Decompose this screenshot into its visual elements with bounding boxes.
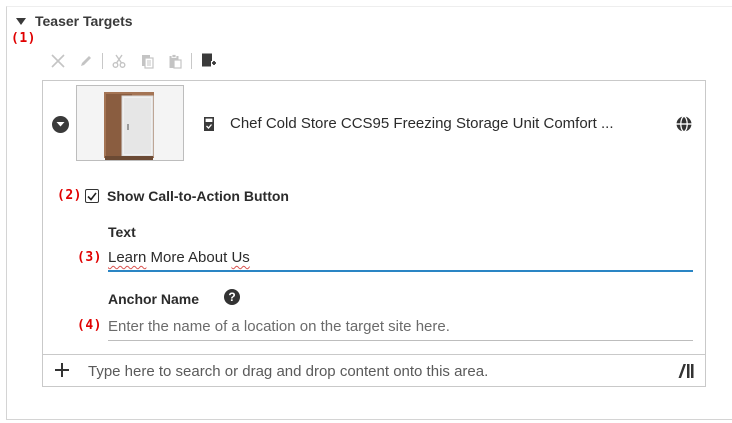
copy-icon[interactable] (135, 50, 159, 72)
add-icon[interactable] (53, 361, 71, 384)
text-field-value-mid: More About (146, 249, 232, 266)
text-field-value-word1: Learn (108, 249, 147, 266)
section-title: Teaser Targets (35, 13, 133, 29)
help-icon[interactable]: ? (224, 289, 240, 305)
product-thumbnail[interactable] (76, 85, 184, 161)
cut-icon[interactable] (107, 50, 131, 72)
callout-4: (4) (77, 318, 102, 333)
callout-1: (1) (11, 31, 36, 46)
document-icon (203, 116, 215, 137)
callout-3: (3) (77, 250, 102, 265)
anchor-field-underline (108, 340, 693, 341)
target-item: Chef Cold Store CCS95 Freezing Storage U… (43, 81, 705, 173)
text-field-label: Text (108, 224, 136, 240)
show-cta-label: Show Call-to-Action Button (107, 188, 289, 204)
text-field-focus-underline (108, 270, 693, 272)
section-header[interactable]: Teaser Targets (16, 13, 133, 29)
anchor-field-label: Anchor Name (108, 291, 200, 307)
collapse-triangle-icon[interactable] (16, 18, 26, 25)
search-drop-input[interactable]: Type here to search or drag and drop con… (88, 363, 488, 380)
paste-icon[interactable] (163, 50, 187, 72)
show-cta-checkbox[interactable] (85, 189, 99, 203)
toolbar (46, 49, 224, 73)
text-field-input[interactable]: Learn More About Us (108, 249, 250, 266)
callout-2: (2) (57, 188, 82, 203)
target-title[interactable]: Chef Cold Store CCS95 Freezing Storage U… (230, 115, 614, 132)
toolbar-divider (102, 53, 103, 69)
content-drop-area[interactable]: Type here to search or drag and drop con… (43, 354, 705, 386)
anchor-name-input[interactable]: Enter the name of a location on the targ… (108, 318, 450, 335)
text-field-value-word2: Us (231, 249, 250, 266)
close-icon[interactable] (46, 50, 70, 72)
teaser-target-editor: Chef Cold Store CCS95 Freezing Storage U… (42, 80, 706, 387)
add-document-icon[interactable] (196, 50, 220, 72)
toolbar-divider (191, 53, 192, 69)
cta-checkbox-row[interactable]: Show Call-to-Action Button (85, 188, 289, 204)
globe-icon[interactable] (675, 115, 693, 138)
library-icon[interactable] (677, 363, 695, 384)
pencil-icon[interactable] (74, 50, 98, 72)
collapse-icon[interactable] (52, 116, 69, 133)
